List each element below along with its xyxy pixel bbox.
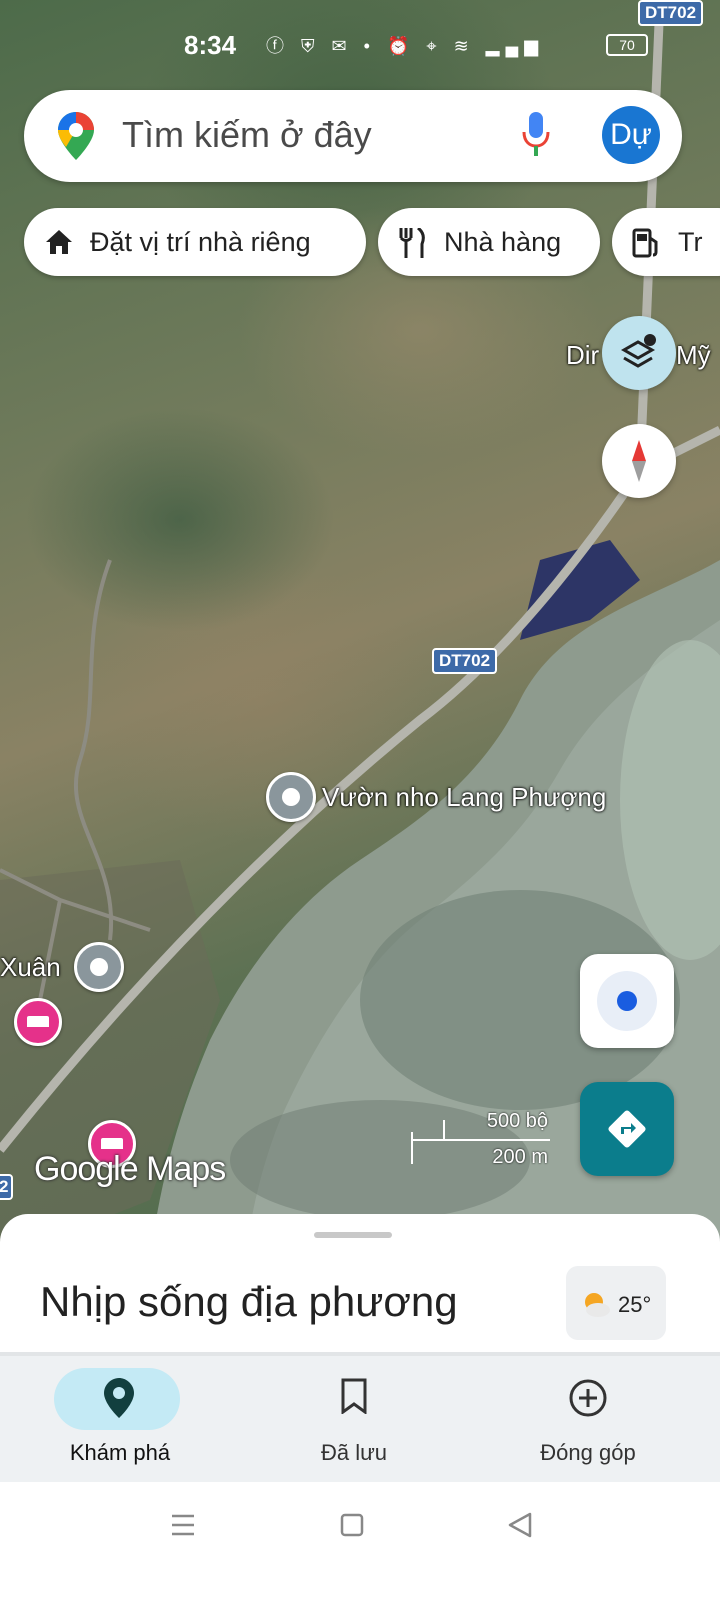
- bookmark-icon: [341, 1378, 367, 1414]
- search-input[interactable]: Tìm kiếm ở đây: [122, 114, 372, 156]
- sheet-title: Nhịp sống địa phương: [40, 1278, 458, 1325]
- shield-app-icon: ⛨: [301, 36, 321, 56]
- bottom-navigation: Khám phá Đã lưu Đóng góp: [0, 1352, 720, 1486]
- chip-set-home[interactable]: Đặt vị trí nhà riêng: [24, 208, 366, 276]
- compass-icon: [632, 440, 646, 482]
- facebook-icon: ⓕ: [266, 36, 290, 56]
- tab-saved[interactable]: Đã lưu: [234, 1356, 474, 1486]
- partly-cloudy-icon: [585, 1293, 610, 1317]
- restaurant-icon: [399, 228, 425, 258]
- map-label-place: Mỹ: [676, 340, 711, 370]
- tab-contribute[interactable]: Đóng góp: [468, 1356, 708, 1486]
- directions-icon: [608, 1110, 646, 1148]
- bed-icon: [27, 1016, 49, 1027]
- poi-marker[interactable]: [266, 772, 316, 822]
- add-circle-icon: [569, 1379, 607, 1417]
- my-location-icon: [597, 971, 657, 1031]
- messenger-icon: ✉: [331, 36, 353, 56]
- tab-explore[interactable]: Khám phá: [0, 1356, 240, 1486]
- status-bar: 8:34 ⓕ ⛨ ✉ • ⏰ ⌖ ≋ ▂▄▆ 70: [0, 28, 720, 62]
- chip-label: Tr: [678, 227, 703, 257]
- road-shield: DT702: [638, 0, 704, 26]
- map-view[interactable]: DT702 DT702 Dir Mỹ Vườn nho Lang Phượng …: [0, 0, 720, 1260]
- scale-bar: 500 bộ 200 m: [410, 1110, 552, 1170]
- directions-button[interactable]: [580, 1082, 674, 1176]
- search-bar[interactable]: Tìm kiếm ở đây Dự: [24, 90, 682, 182]
- explore-pin-icon: [104, 1378, 134, 1418]
- poi-label[interactable]: Xuân: [0, 952, 61, 983]
- tab-label: Khám phá: [69, 1440, 171, 1465]
- google-maps-logo: Google Maps: [34, 1150, 226, 1188]
- tab-label: Đóng góp: [540, 1440, 636, 1465]
- system-navigation-bar: [0, 1482, 720, 1600]
- weather-temperature: 25°: [618, 1292, 652, 1317]
- signal-icon: ▂▄▆: [485, 36, 545, 56]
- home-square-icon[interactable]: [340, 1512, 364, 1538]
- sheet-handle[interactable]: [314, 1232, 392, 1238]
- my-location-button[interactable]: [580, 954, 674, 1048]
- chip-label: Đặt vị trí nhà riêng: [90, 227, 311, 257]
- avatar[interactable]: Dự: [602, 106, 660, 164]
- map-label-place: Dir: [566, 340, 600, 370]
- poi-marker[interactable]: [74, 942, 124, 992]
- road-shield: 2: [0, 1174, 14, 1200]
- google-maps-pin-icon: [58, 112, 94, 160]
- battery-indicator: 70: [606, 34, 648, 56]
- chip-gas[interactable]: Tr: [612, 208, 720, 276]
- dot-icon: •: [363, 36, 376, 56]
- gas-station-icon: [632, 228, 658, 258]
- clock: 8:34: [184, 30, 237, 60]
- wifi-icon: ≋: [453, 36, 475, 56]
- bottom-sheet[interactable]: Nhịp sống địa phương 25°: [0, 1214, 720, 1364]
- compass-button[interactable]: [602, 424, 676, 498]
- location-icon: ⌖: [426, 36, 443, 56]
- home-icon: [46, 230, 72, 254]
- menu-icon[interactable]: [170, 1512, 196, 1538]
- back-icon[interactable]: [508, 1512, 532, 1538]
- chip-label: Nhà hàng: [444, 227, 562, 257]
- weather-widget[interactable]: 25°: [566, 1266, 666, 1340]
- chip-restaurants[interactable]: Nhà hàng: [378, 208, 600, 276]
- hotel-marker[interactable]: [14, 998, 62, 1046]
- status-icons: ⓕ ⛨ ✉ • ⏰ ⌖ ≋ ▂▄▆: [266, 32, 544, 58]
- poi-label[interactable]: Vườn nho Lang Phượng: [322, 782, 606, 813]
- microphone-icon[interactable]: [522, 112, 550, 158]
- tab-label: Đã lưu: [320, 1440, 388, 1465]
- layers-icon: [620, 334, 656, 368]
- layers-button[interactable]: [602, 316, 676, 390]
- map-terrain: [0, 0, 720, 1260]
- alarm-icon: ⏰: [386, 36, 416, 56]
- road-shield: DT702: [432, 648, 498, 674]
